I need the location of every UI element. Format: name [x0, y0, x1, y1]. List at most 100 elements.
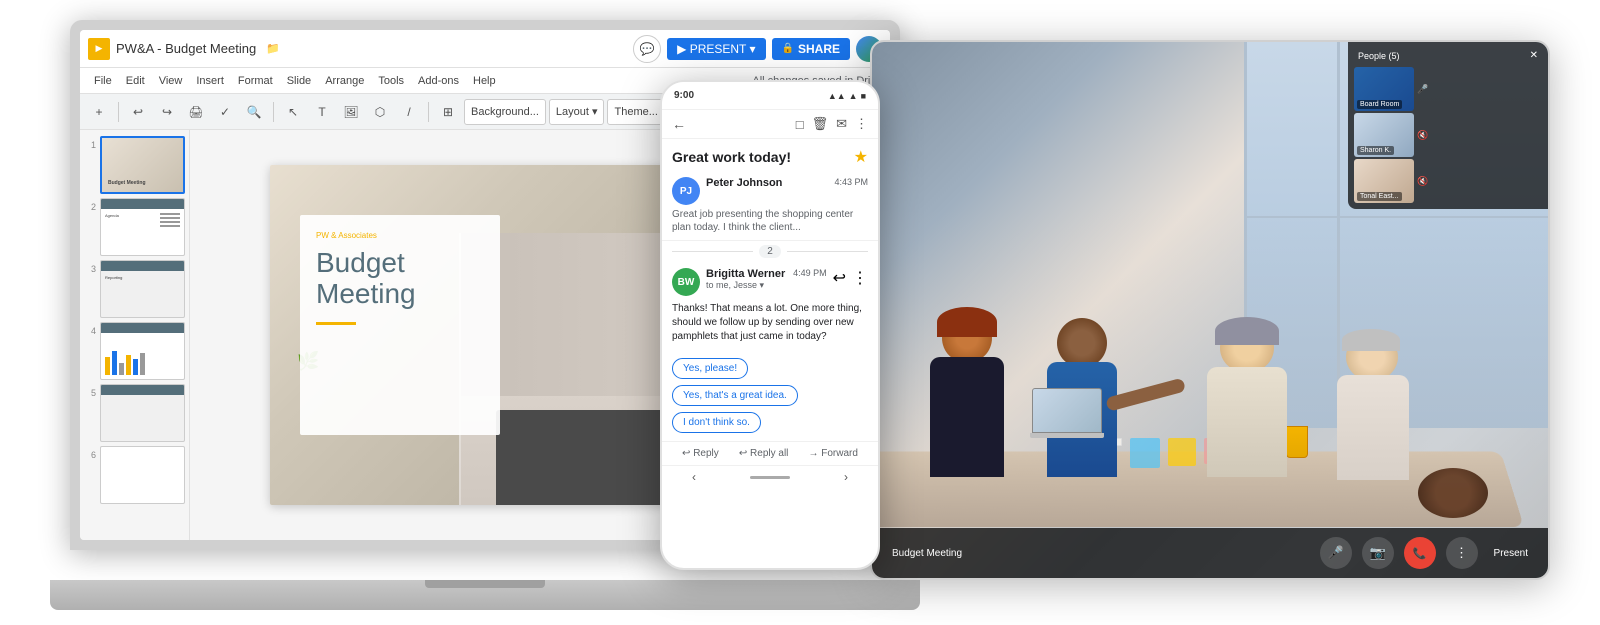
gmail-expand-count[interactable]: 2: [759, 245, 781, 258]
meet-participant-2-mic[interactable]: 🔇: [1417, 130, 1428, 141]
toolbar-shapes-btn[interactable]: ⬡: [367, 99, 393, 125]
person-1-hair: [937, 307, 997, 337]
slide-thumb-6[interactable]: 6: [84, 446, 185, 504]
chat-icon-btn[interactable]: 💬: [633, 35, 661, 63]
delete-icon[interactable]: 🗑: [812, 116, 829, 132]
toolbar-theme-btn[interactable]: Theme...: [607, 99, 664, 125]
toolbar-add-btn[interactable]: +: [86, 99, 112, 125]
menu-format[interactable]: Format: [232, 73, 279, 89]
more-msg-icon[interactable]: ⋮: [852, 268, 868, 288]
battery-icon: ■: [861, 91, 866, 101]
menu-file[interactable]: File: [88, 73, 118, 89]
phone-nav-right[interactable]: ›: [844, 470, 848, 484]
toolbar-extra-btn[interactable]: ⊞: [435, 99, 461, 125]
meet-mic-button[interactable]: 🎤: [1320, 537, 1352, 569]
toolbar-zoom-btn[interactable]: 🔍: [241, 99, 267, 125]
smart-reply-1[interactable]: Yes, please!: [672, 358, 748, 379]
meet-more-button[interactable]: ⋮: [1446, 537, 1478, 569]
meet-participant-3-mic[interactable]: 🔇: [1417, 176, 1428, 187]
meet-controls: 🎤 📷 📞 ⋮: [1320, 537, 1478, 569]
share-button[interactable]: SHARE: [772, 38, 850, 60]
smart-reply-3[interactable]: I don't think so.: [672, 412, 761, 433]
toolbar-line-btn[interactable]: /: [396, 99, 422, 125]
gmail-message-2: BW Brigitta Werner to me, Jesse ▾ 4:49 P…: [662, 262, 878, 350]
menu-addons[interactable]: Add-ons: [412, 73, 465, 89]
toolbar-undo-btn[interactable]: ↩: [125, 99, 151, 125]
toolbar-redo-btn[interactable]: ↪: [154, 99, 180, 125]
gmail-back-button[interactable]: ←: [672, 116, 686, 132]
menu-insert[interactable]: Insert: [190, 73, 230, 89]
meet-participant-3: Tonal East... 🔇: [1354, 159, 1542, 203]
person-1-body: [930, 357, 1004, 477]
slide-thumbnail-5[interactable]: [100, 384, 185, 442]
person-4-body: [1337, 375, 1409, 480]
menu-slide[interactable]: Slide: [281, 73, 317, 89]
gmail-replyall-btn[interactable]: ↩ Reply all: [739, 448, 789, 459]
menu-help[interactable]: Help: [467, 73, 502, 89]
gmail-forward-btn[interactable]: → Forward: [808, 448, 857, 459]
toolbar-text-btn[interactable]: T: [309, 99, 335, 125]
meet-present-label[interactable]: Present: [1494, 548, 1528, 559]
slide-thumb-3[interactable]: 3 Reporting: [84, 260, 185, 318]
menu-view[interactable]: View: [153, 73, 189, 89]
meet-call-info: Budget Meeting: [892, 548, 962, 559]
present-button[interactable]: ▶ PRESENT ▾: [667, 38, 765, 60]
toolbar-divider-2: [273, 102, 274, 122]
gmail-sender-2-info: Brigitta Werner to me, Jesse ▾: [706, 268, 787, 291]
more-icon[interactable]: ⋮: [855, 116, 868, 132]
slide-thumb-5[interactable]: 5: [84, 384, 185, 442]
phone-nav-left[interactable]: ‹: [692, 470, 696, 484]
menu-edit[interactable]: Edit: [120, 73, 151, 89]
tablet: People (5) ✕ Board Room 🎤: [870, 40, 1550, 580]
toolbar-image-btn[interactable]: 🖼: [338, 99, 364, 125]
toolbar-background-btn[interactable]: Background...: [464, 99, 546, 125]
toolbar-spell-btn[interactable]: ✓: [212, 99, 238, 125]
slide-thumbnail-1[interactable]: Budget Meeting: [100, 136, 185, 194]
slide-thumbnail-2[interactable]: Agenda: [100, 198, 185, 256]
meet-cam-button[interactable]: 📷: [1362, 537, 1394, 569]
slide-thumbnail-3[interactable]: Reporting: [100, 260, 185, 318]
gmail-smart-replies: Yes, please! Yes, that's a great idea. I…: [662, 350, 878, 441]
phone-home-bar: [750, 476, 790, 479]
meeting-background: People (5) ✕ Board Room 🎤: [872, 42, 1548, 578]
reply-icon[interactable]: ↩: [833, 268, 846, 288]
toolbar-layout-btn[interactable]: Layout ▾: [549, 99, 605, 125]
slide-thumb-4[interactable]: 4: [84, 322, 185, 380]
scene: PW&A - Budget Meeting 📁 💬 ▶ PRESENT ▾ SH…: [0, 0, 1600, 625]
menu-arrange[interactable]: Arrange: [319, 73, 370, 89]
table-laptop: [1032, 388, 1104, 438]
meet-participant-1-mic[interactable]: 🎤: [1417, 84, 1428, 95]
meet-close-icon[interactable]: ✕: [1530, 50, 1538, 61]
gmail-avatar-1: PJ: [672, 177, 700, 205]
meet-participant-main: Board Room 🎤: [1354, 67, 1542, 111]
gmail-msg-2-header: BW Brigitta Werner to me, Jesse ▾ 4:49 P…: [672, 268, 868, 296]
slide-thumbnail-4[interactable]: [100, 322, 185, 380]
meet-hangup-button[interactable]: 📞: [1404, 537, 1436, 569]
meet-participants-list: Board Room 🎤 Sharon K. 🔇: [1354, 67, 1542, 203]
gmail-msg-2-icons: ↩ ⋮: [833, 268, 868, 288]
meet-participant-thumb-main: Board Room: [1354, 67, 1414, 111]
smart-reply-2[interactable]: Yes, that's a great idea.: [672, 385, 798, 406]
meet-participant-3-label: Tonal East...: [1357, 192, 1402, 201]
gmail-reply-btn[interactable]: ↩ Reply: [682, 448, 719, 459]
slide-thumbnail-6[interactable]: [100, 446, 185, 504]
slide-thumb-1[interactable]: 1 Budget Meeting: [84, 136, 185, 194]
gmail-msg-2-time: 4:49 PM: [793, 268, 827, 278]
signal-icon: ▲▲: [828, 91, 846, 101]
post-it-blue: [1130, 438, 1160, 468]
gmail-msg-2-body: Thanks! That means a lot. One more thing…: [672, 302, 868, 344]
meet-participant-2: Sharon K. 🔇: [1354, 113, 1542, 157]
gmail-msg-1-preview: Great job presenting the shopping center…: [672, 208, 868, 234]
laptop-screen: [1032, 388, 1102, 433]
slides-titlebar: PW&A - Budget Meeting 📁 💬 ▶ PRESENT ▾ SH…: [80, 30, 890, 68]
person-1: [922, 313, 1012, 483]
gmail-star[interactable]: ★: [854, 147, 868, 167]
archive-icon[interactable]: □: [796, 117, 804, 132]
toolbar-cursor-btn[interactable]: ↖: [280, 99, 306, 125]
slide-underline-decoration: [316, 322, 356, 325]
slides-app-icon: [88, 38, 110, 60]
menu-tools[interactable]: Tools: [372, 73, 410, 89]
slide-thumb-2[interactable]: 2 Agenda: [84, 198, 185, 256]
mail-icon[interactable]: ✉: [836, 116, 847, 132]
toolbar-print-btn[interactable]: 🖨: [183, 99, 209, 125]
